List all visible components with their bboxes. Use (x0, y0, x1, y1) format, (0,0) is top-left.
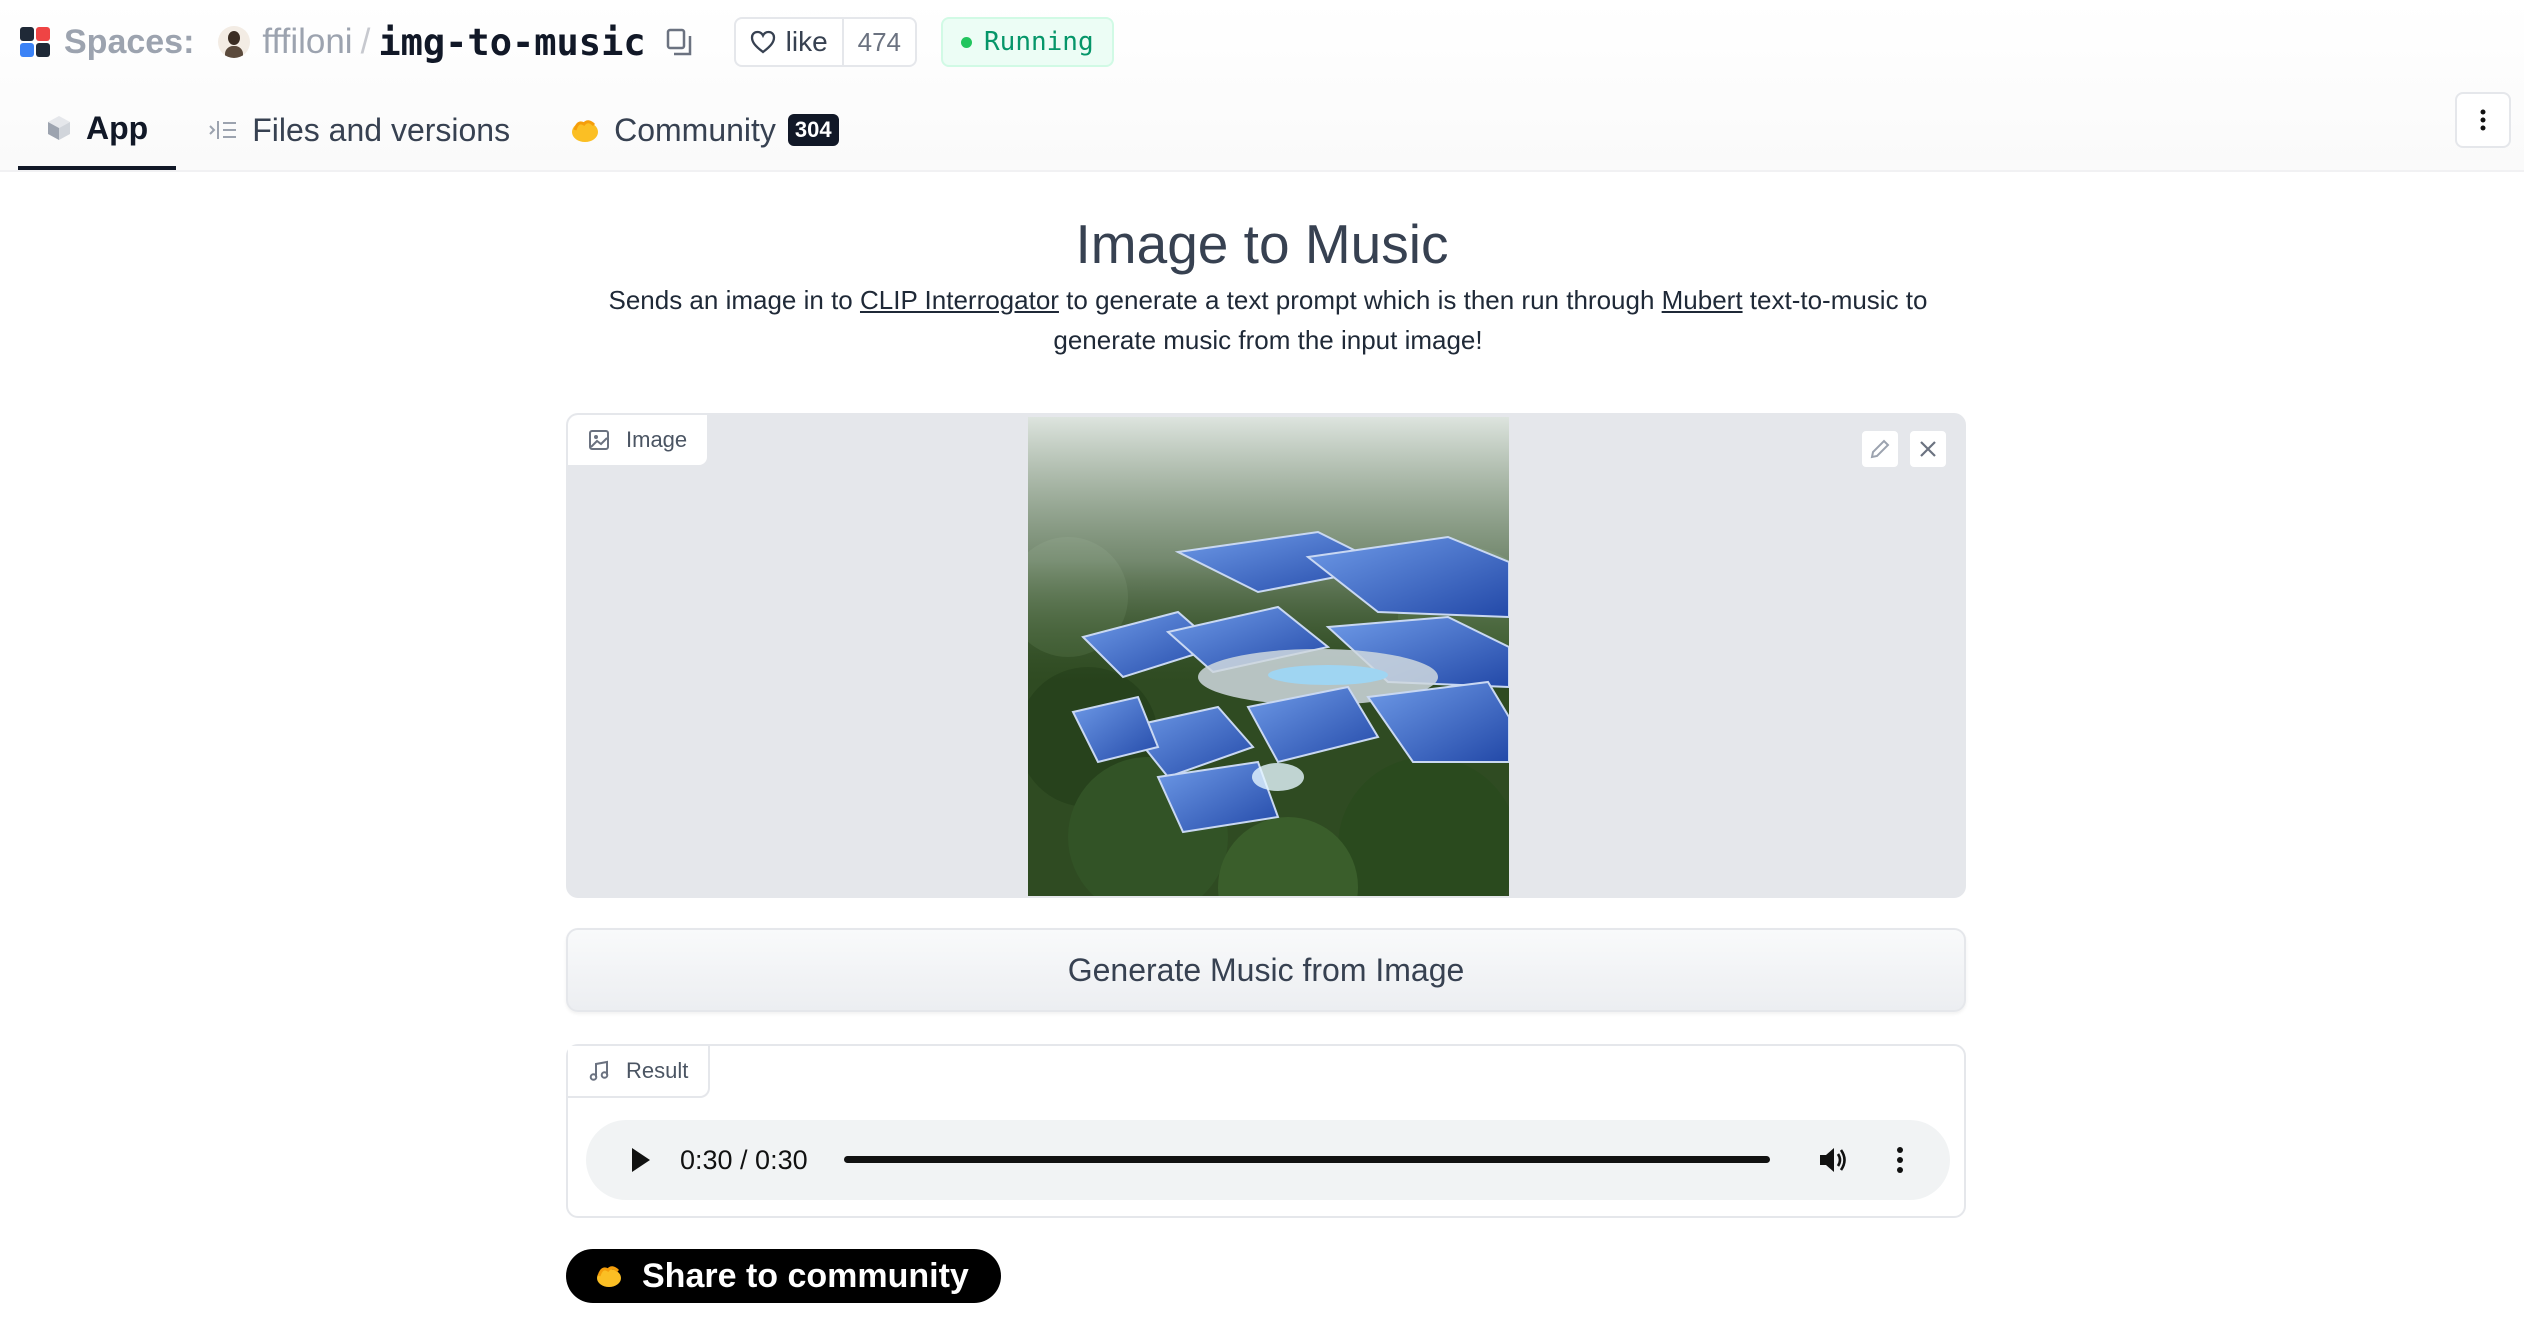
image-input-block[interactable]: Image (566, 413, 1966, 898)
image-tools (1852, 429, 1948, 469)
image-block-label: Image (568, 415, 710, 467)
audio-menu-button[interactable] (1882, 1142, 1918, 1178)
more-vertical-icon (1897, 1147, 1903, 1173)
music-note-icon (589, 1060, 609, 1081)
copy-icon[interactable] (664, 27, 694, 57)
description-text: to generate a text prompt which is then … (1058, 285, 1662, 315)
hands-icon (597, 1266, 621, 1287)
tab-label: Files and versions (252, 111, 511, 148)
space-title-bar: Spaces: fffiloni / img-to-music like 474… (20, 16, 1114, 68)
tab-app[interactable]: App (18, 90, 177, 170)
hands-icon (572, 120, 599, 142)
image-label-text: Image (626, 427, 688, 452)
tab-community[interactable]: Community 304 (542, 90, 867, 170)
community-count-badge: 304 (787, 114, 839, 146)
mubert-link[interactable]: Mubert (1662, 285, 1743, 315)
result-block-label: Result (568, 1046, 711, 1098)
result-block: Result 0:30 / 0:30 (566, 1044, 1966, 1218)
like-group: like 474 (733, 17, 918, 67)
clip-interrogator-link[interactable]: CLIP Interrogator (860, 285, 1059, 315)
close-icon (1920, 441, 1936, 457)
tab-label: App (86, 109, 149, 146)
page-description: Sends an image in to CLIP Interrogator t… (568, 280, 1968, 360)
audio-progress-bar[interactable] (844, 1156, 1770, 1163)
repo-name[interactable]: img-to-music (378, 21, 645, 64)
play-icon (632, 1148, 650, 1172)
like-count[interactable]: 474 (844, 19, 915, 65)
share-button-label: Share to community (642, 1256, 969, 1295)
tab-files-and-versions[interactable]: Files and versions (180, 90, 538, 170)
space-header: Spaces: fffiloni / img-to-music like 474… (0, 0, 2524, 172)
owner-avatar[interactable] (218, 26, 251, 58)
share-to-community-button[interactable]: Share to community (566, 1249, 1001, 1303)
edit-image-button[interactable] (1860, 429, 1900, 469)
play-button[interactable] (624, 1142, 656, 1178)
volume-icon (1820, 1148, 1846, 1172)
status-text: Running (984, 27, 1094, 57)
path-separator: / (360, 22, 371, 61)
generate-music-button[interactable]: Generate Music from Image (566, 928, 1966, 1012)
like-label: like (785, 26, 828, 57)
pencil-icon (1870, 439, 1890, 459)
status-badge: Running (941, 17, 1114, 67)
spaces-label[interactable]: Spaces: (64, 23, 194, 62)
cube-icon (48, 116, 70, 140)
tab-label: Community (614, 111, 776, 148)
page-title: Image to Music (1075, 213, 1449, 275)
heart-icon (750, 30, 775, 54)
clear-image-button[interactable] (1908, 429, 1948, 469)
audio-player: 0:30 / 0:30 (586, 1120, 1950, 1200)
audio-time: 0:30 / 0:30 (680, 1145, 808, 1175)
result-label-text: Result (626, 1058, 689, 1083)
files-icon (209, 121, 237, 139)
volume-button[interactable] (1816, 1142, 1852, 1178)
space-tabs: App Files and versions Community 304 (18, 90, 871, 170)
spaces-logo-icon[interactable] (20, 27, 50, 57)
like-button[interactable]: like (736, 19, 844, 65)
image-icon (589, 430, 609, 450)
owner-link[interactable]: fffiloni (262, 22, 352, 62)
description-text: Sends an image in to (608, 285, 860, 315)
more-vertical-icon (2480, 109, 2486, 131)
more-options-button[interactable] (2455, 92, 2511, 148)
uploaded-image (1028, 417, 1509, 896)
status-dot-icon (961, 36, 973, 48)
